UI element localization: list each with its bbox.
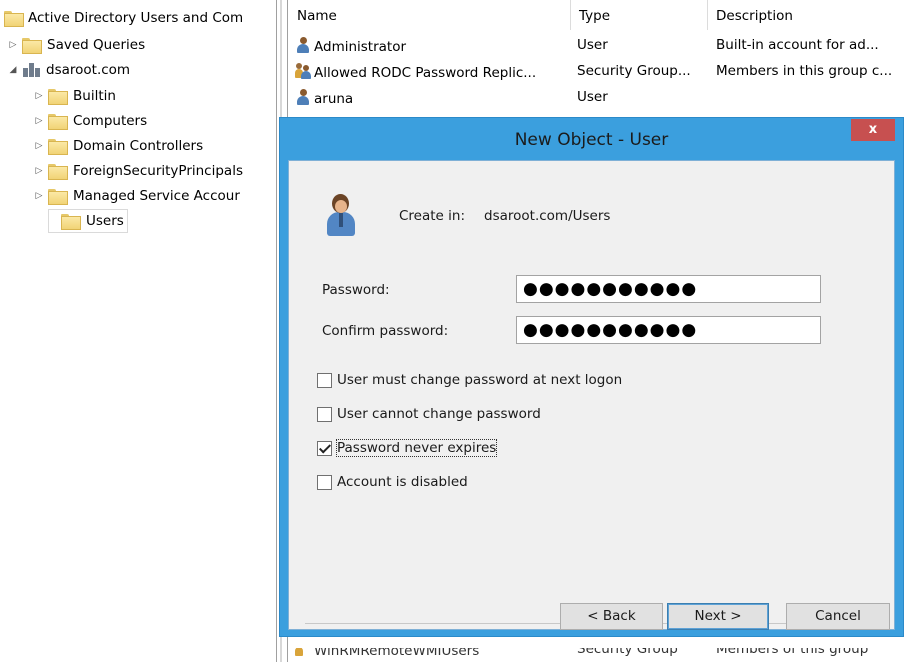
tree-item-label: ForeignSecurityPrincipals <box>73 163 243 179</box>
ou-folder-icon <box>48 139 68 155</box>
password-never-expires-label[interactable]: Password never expires <box>335 439 498 457</box>
list-item[interactable]: Administrator User Built-in account for … <box>289 34 904 58</box>
new-object-user-dialog: New Object - User x Create in: dsaroot.c… <box>279 117 904 637</box>
list-item[interactable]: aruna User <box>289 86 904 110</box>
tree-root-label: Active Directory Users and Com <box>28 10 244 26</box>
list-item-name-cell: aruna <box>295 89 353 107</box>
close-icon[interactable]: x <box>851 119 895 141</box>
dialog-body: Create in: dsaroot.com/Users Password: ●… <box>288 160 895 630</box>
expand-arrow-icon[interactable]: ▷ <box>30 141 48 151</box>
tree-item-label: Computers <box>73 113 148 129</box>
must-change-password-checkbox[interactable] <box>317 372 332 388</box>
account-disabled-checkbox-row[interactable]: Account is disabled <box>317 472 468 492</box>
list-item-name-cell: Administrator <box>295 37 406 55</box>
expand-arrow-icon[interactable]: ▷ <box>4 40 22 50</box>
tree-item-foreign-security-principals[interactable]: ▷ ForeignSecurityPrincipals <box>30 159 243 183</box>
confirm-password-label: Confirm password: <box>322 323 449 339</box>
list-item-name-cell: Allowed RODC Password Replic... <box>295 63 536 81</box>
account-disabled-checkbox[interactable] <box>317 474 332 490</box>
tree-item-label: Builtin <box>73 88 116 104</box>
column-header-type[interactable]: Type <box>571 0 708 30</box>
next-button[interactable]: Next > <box>667 603 769 630</box>
expand-arrow-icon[interactable]: ▷ <box>30 116 48 126</box>
expand-arrow-icon[interactable]: ▷ <box>30 91 48 101</box>
list-item-type: User <box>577 37 608 53</box>
password-label: Password: <box>322 282 390 298</box>
folder-icon <box>48 164 68 180</box>
create-in-value: dsaroot.com/Users <box>484 208 611 224</box>
group-icon <box>295 63 311 79</box>
back-button[interactable]: < Back <box>560 603 663 630</box>
list-item-description: Built-in account for ad... <box>716 37 879 53</box>
must-change-password-checkbox-row[interactable]: User must change password at next logon <box>317 370 622 390</box>
tree-item-computers[interactable]: ▷ Computers <box>30 109 147 133</box>
password-never-expires-checkbox[interactable] <box>317 440 332 456</box>
folder-icon <box>61 214 81 230</box>
tree-item-saved-queries[interactable]: ▷ Saved Queries <box>4 33 145 57</box>
expand-arrow-icon[interactable]: ▷ <box>30 191 48 201</box>
cannot-change-password-checkbox-row[interactable]: User cannot change password <box>317 404 541 424</box>
folder-icon <box>48 189 68 205</box>
tree-item-users[interactable]: Users <box>48 209 128 233</box>
account-disabled-label[interactable]: Account is disabled <box>337 474 468 490</box>
collapse-arrow-icon[interactable]: ◢ <box>4 65 22 75</box>
list-item[interactable]: Allowed RODC Password Replic... Security… <box>289 60 904 84</box>
cancel-button[interactable]: Cancel <box>786 603 890 630</box>
must-change-password-label[interactable]: User must change password at next logon <box>337 372 622 388</box>
list-item-name: aruna <box>314 91 354 107</box>
tree-item-label: Managed Service Accour <box>73 188 240 204</box>
list-item-name: Allowed RODC Password Replic... <box>314 65 537 81</box>
folder-icon <box>22 38 42 54</box>
folder-icon <box>48 114 68 130</box>
tree-item-label: Domain Controllers <box>73 138 204 154</box>
list-item-type: Security Group... <box>577 63 691 79</box>
tree-item-label: Users <box>86 213 124 229</box>
cannot-change-password-label[interactable]: User cannot change password <box>337 406 541 422</box>
group-icon <box>295 648 311 657</box>
snapin-icon <box>4 11 24 27</box>
list-item-name-cell: WinRMRemoteWMIUsers <box>295 648 479 659</box>
tree-item-builtin[interactable]: ▷ Builtin <box>30 84 116 108</box>
list-item[interactable]: WinRMRemoteWMIUsers Security Group Membe… <box>289 648 904 662</box>
user-icon <box>326 194 356 236</box>
create-in-label: Create in: <box>399 208 466 224</box>
user-icon <box>295 89 311 105</box>
list-item-name: WinRMRemoteWMIUsers <box>314 648 480 659</box>
tree-item-managed-service-accounts[interactable]: ▷ Managed Service Accour <box>30 184 240 208</box>
expand-arrow-icon[interactable]: ▷ <box>30 166 48 176</box>
domain-icon <box>22 62 40 78</box>
cannot-change-password-checkbox[interactable] <box>317 406 332 422</box>
console-tree: Active Directory Users and Com ▷ Saved Q… <box>0 0 276 662</box>
tree-item-label: Saved Queries <box>47 37 146 53</box>
tree-item-label: dsaroot.com <box>46 62 131 78</box>
user-icon <box>295 37 311 53</box>
password-field[interactable]: ●●●●●●●●●●● <box>516 275 821 303</box>
list-item-name: Administrator <box>314 39 407 55</box>
list-item-description: Members in this group c... <box>716 63 893 79</box>
folder-icon <box>48 89 68 105</box>
list-item-type: User <box>577 89 608 105</box>
column-header-name[interactable]: Name <box>289 0 571 30</box>
confirm-password-field[interactable]: ●●●●●●●●●●● <box>516 316 821 344</box>
tree-item-domain-controllers[interactable]: ▷ Domain Controllers <box>30 134 203 158</box>
dialog-title[interactable]: New Object - User <box>280 118 903 158</box>
list-item-description: Members of this group <box>716 648 869 657</box>
password-never-expires-checkbox-row[interactable]: Password never expires <box>317 438 498 458</box>
tree-root[interactable]: Active Directory Users and Com <box>4 6 243 30</box>
list-item-type: Security Group <box>577 648 678 657</box>
tree-item-dsaroot[interactable]: ◢ dsaroot.com <box>4 58 131 82</box>
column-header-description[interactable]: Description <box>708 0 904 30</box>
